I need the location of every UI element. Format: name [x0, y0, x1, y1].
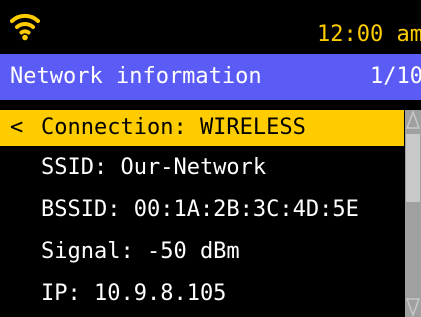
clock: 12:00 am	[317, 22, 421, 47]
list-item-bssid[interactable]: BSSID: 00:1A:2B:3C:4D:5E	[0, 192, 404, 228]
screen-header: Network information 1/10	[0, 54, 421, 100]
list-item-ssid[interactable]: SSID: Our-Network	[0, 150, 404, 186]
scroll-up-arrow-icon[interactable]	[405, 110, 421, 130]
scrollbar[interactable]	[405, 110, 421, 317]
info-list: < Connection: WIRELESS SSID: Our-Network…	[0, 110, 404, 317]
list-item-label: IP: 10.9.8.105	[41, 281, 227, 306]
list-item-signal[interactable]: Signal: -50 dBm	[0, 234, 404, 270]
list-item-label: BSSID: 00:1A:2B:3C:4D:5E	[41, 197, 359, 222]
list-item-label: SSID: Our-Network	[41, 155, 267, 180]
list-item-ip[interactable]: IP: 10.9.8.105	[0, 276, 404, 312]
page-indicator: 1/10	[370, 64, 421, 89]
device-screen: 12:00 am Network information 1/10 < Conn…	[0, 0, 421, 317]
page-title: Network information	[10, 64, 262, 89]
wifi-icon	[10, 13, 40, 41]
status-bar: 12:00 am	[0, 0, 421, 54]
list-item-connection[interactable]: < Connection: WIRELESS	[0, 110, 404, 146]
list-item-label: Signal: -50 dBm	[41, 239, 240, 264]
back-caret-icon[interactable]: <	[10, 110, 23, 146]
scroll-thumb[interactable]	[406, 134, 420, 202]
scroll-down-arrow-icon[interactable]	[405, 297, 421, 317]
list-item-label: Connection: WIRELESS	[41, 115, 306, 140]
